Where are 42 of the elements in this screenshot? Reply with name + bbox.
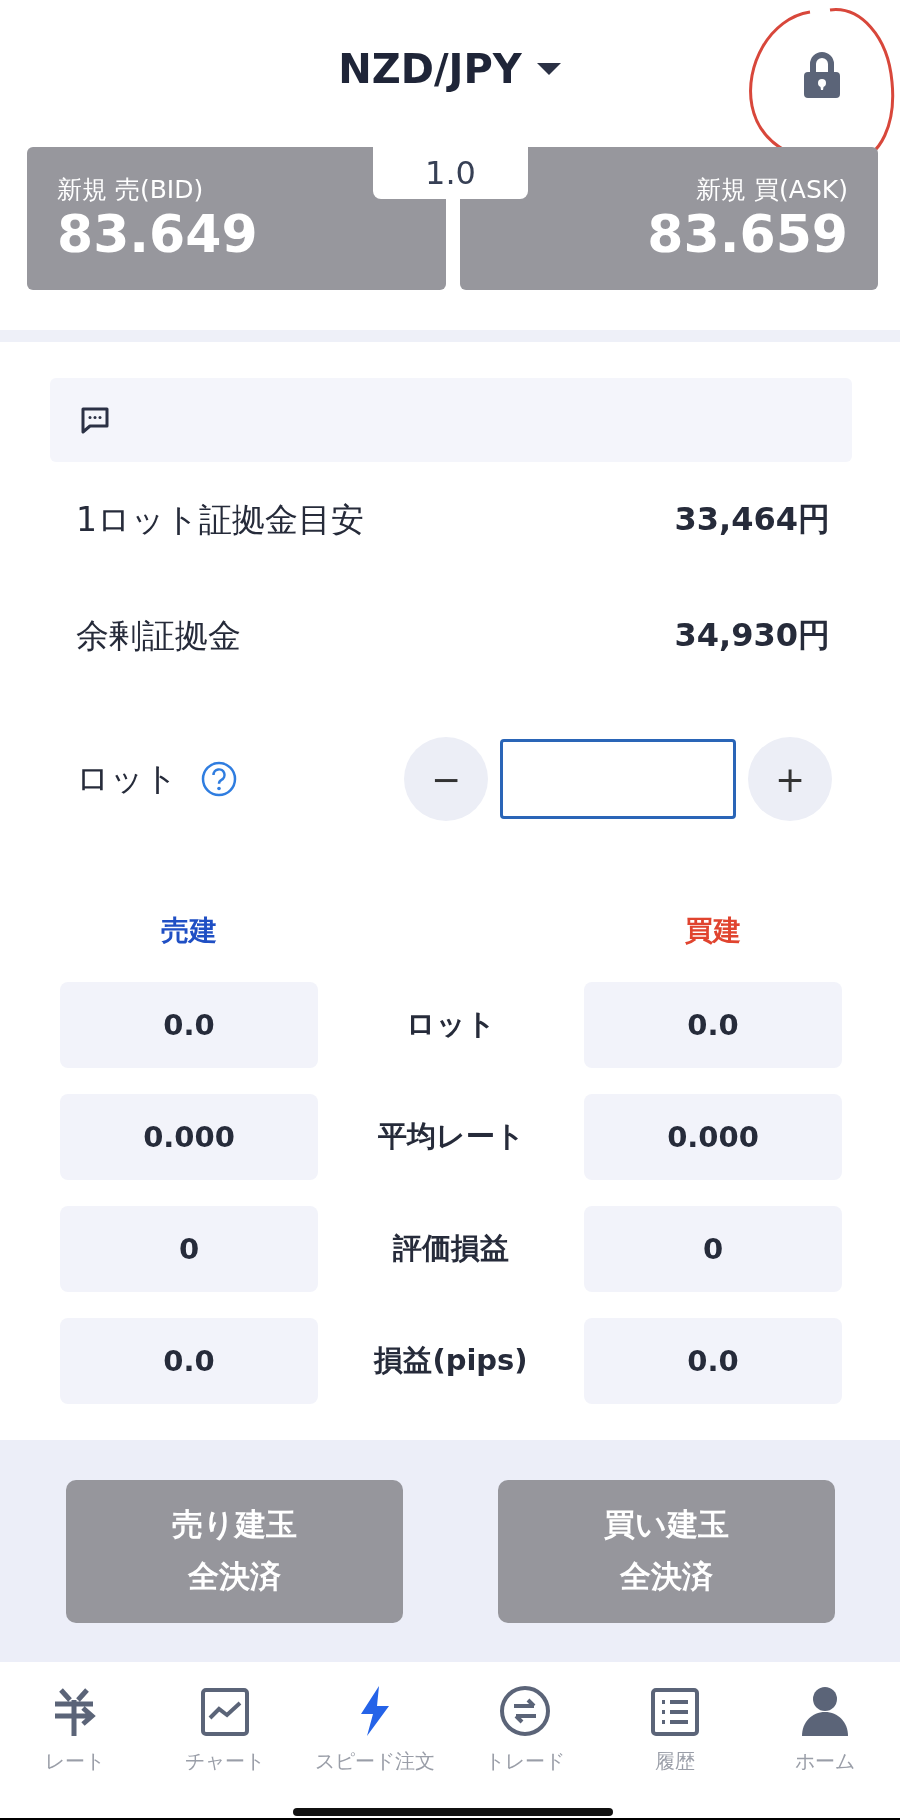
info-label: 1ロット証拠金目安	[76, 498, 364, 541]
sell-value-cell: 0.0	[60, 982, 318, 1068]
spread-badge: 1.0	[373, 147, 528, 199]
caret-icon[interactable]	[535, 60, 562, 77]
row-label: 損益(pips)	[372, 1342, 529, 1379]
decrease-button[interactable]: −	[404, 737, 488, 821]
chart-icon	[199, 1686, 251, 1738]
list-icon	[649, 1686, 701, 1738]
help-icon[interactable]	[200, 760, 238, 798]
chat-icon	[80, 406, 110, 434]
lot-label: ロット	[76, 757, 178, 800]
bid-price: 83.649	[57, 206, 259, 264]
buy-value-cell: 0.000	[584, 1094, 842, 1180]
lot-input-field[interactable]	[500, 739, 736, 819]
nav-tab[interactable]: トレード	[450, 1662, 600, 1787]
nav-tab[interactable]: スピード注文	[300, 1662, 450, 1787]
buy-header: 買建	[684, 913, 742, 949]
row-label: ロット	[405, 1006, 497, 1043]
info-value: 34,930円	[674, 615, 830, 656]
sell-value-cell: 0.0	[60, 1318, 318, 1404]
buy-value-cell: 0.0	[584, 1318, 842, 1404]
row-label: 平均レート	[376, 1118, 526, 1155]
ask-price: 83.659	[647, 206, 848, 264]
bid-label: 新規 売(BID)	[57, 174, 205, 207]
close-all-button[interactable]: 買い建玉 全決済	[498, 1479, 835, 1623]
nav-tab[interactable]: チャート	[150, 1662, 300, 1787]
swap-icon	[498, 1684, 552, 1738]
nav-tab[interactable]: 履歴	[600, 1662, 750, 1787]
info-label: 余剰証拠金	[76, 614, 241, 657]
close-all-button[interactable]: 売り建玉 全決済	[66, 1479, 403, 1623]
sell-header: 売建	[160, 913, 218, 949]
info-value: 33,464円	[674, 499, 830, 540]
ask-label: 新規 買(ASK)	[696, 174, 848, 207]
increase-button[interactable]: +	[748, 737, 832, 821]
sell-value-cell: 0.000	[60, 1094, 318, 1180]
nav-tab[interactable]: レート	[0, 1662, 150, 1787]
buy-value-cell: 0.0	[584, 982, 842, 1068]
nav-tab[interactable]: ホーム	[750, 1662, 900, 1787]
sell-value-cell: 0	[60, 1206, 318, 1292]
currency-pair-title[interactable]: NZD/JPY	[338, 45, 522, 92]
row-label: 評価損益	[392, 1230, 510, 1267]
buy-value-cell: 0	[584, 1206, 842, 1292]
